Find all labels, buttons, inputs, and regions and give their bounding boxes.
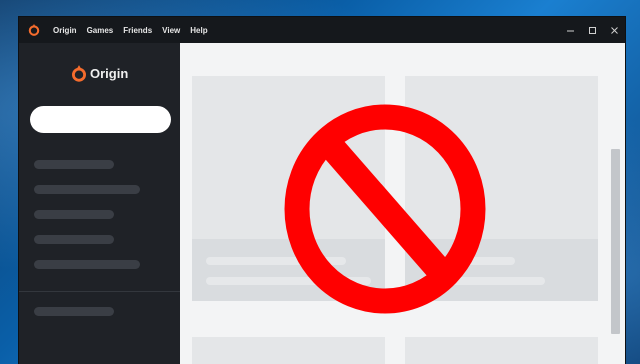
title-bar: Origin Games Friends View Help [19, 17, 625, 43]
sidebar-item-placeholder[interactable] [34, 235, 114, 244]
window-controls [559, 17, 625, 43]
search-input[interactable] [30, 106, 171, 133]
menu-item-friends[interactable]: Friends [123, 26, 152, 35]
menu-item-games[interactable]: Games [87, 26, 114, 35]
sidebar-item-placeholder[interactable] [34, 260, 140, 269]
sidebar-divider [19, 291, 180, 292]
sidebar-item-placeholder[interactable] [34, 185, 140, 194]
sidebar-item-placeholder[interactable] [34, 210, 114, 219]
brand-logo: Origin [71, 65, 128, 82]
scrollbar-thumb[interactable] [611, 149, 620, 334]
sidebar-item-placeholder[interactable] [34, 307, 114, 316]
prohibition-icon [283, 103, 487, 315]
close-icon[interactable] [603, 17, 625, 43]
origin-logo-icon[interactable] [27, 23, 41, 37]
game-card[interactable] [405, 337, 598, 364]
menu-item-origin[interactable]: Origin [53, 26, 77, 35]
menu-item-help[interactable]: Help [190, 26, 207, 35]
menu-item-view[interactable]: View [162, 26, 180, 35]
minimize-icon[interactable] [559, 17, 581, 43]
maximize-icon[interactable] [581, 17, 603, 43]
menu-bar: Origin Games Friends View Help [53, 26, 218, 35]
origin-brand-icon [72, 65, 86, 82]
sidebar-item-placeholder[interactable] [34, 160, 114, 169]
game-card[interactable] [192, 337, 385, 364]
brand-name: Origin [90, 66, 129, 81]
sidebar: Origin [19, 43, 180, 364]
